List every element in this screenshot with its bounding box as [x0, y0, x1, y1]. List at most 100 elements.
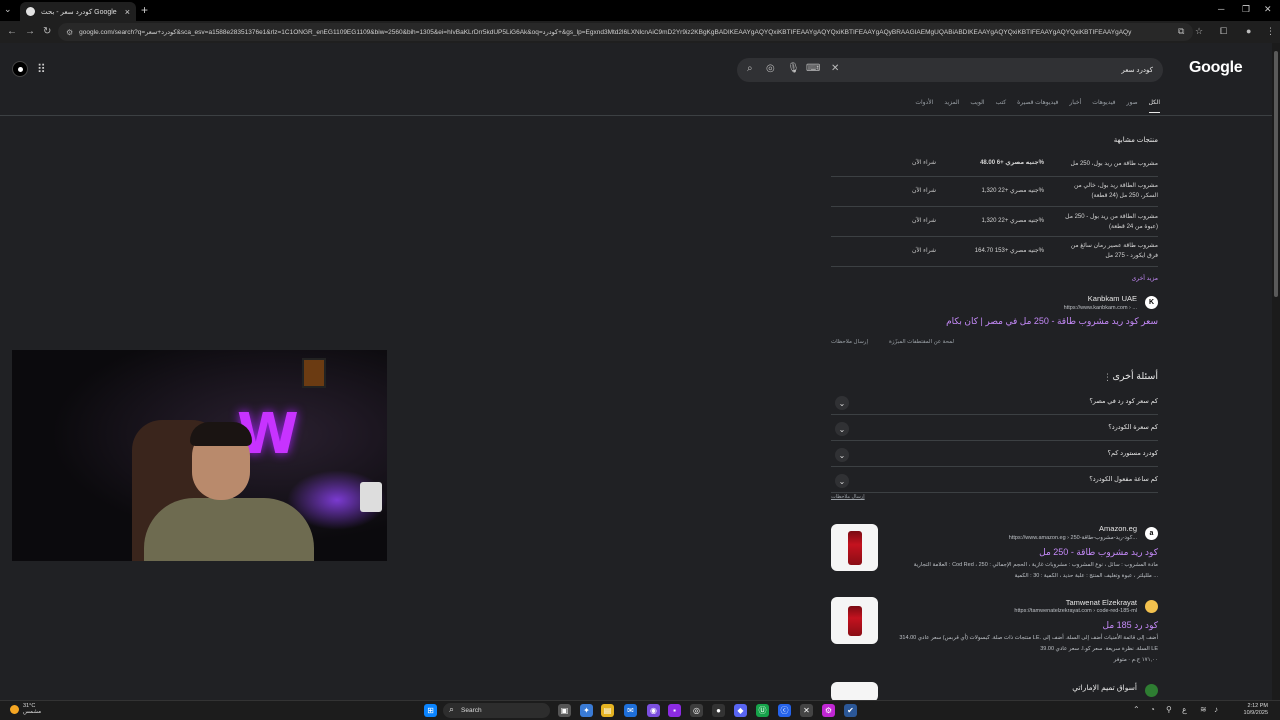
back-icon[interactable]: ← [7, 26, 17, 37]
paa-feedback-link[interactable]: إرسال ملاحظات [831, 494, 865, 500]
tamwenat-product-thumbnail[interactable] [831, 597, 878, 644]
result4-thumbnail[interactable] [831, 682, 878, 700]
tab-tools[interactable]: الأدوات [915, 99, 933, 113]
file-explorer-icon[interactable]: ▤ [601, 704, 614, 717]
extensions-icon[interactable]: ⧠ [1220, 26, 1227, 37]
minimize-icon[interactable]: ─ [1218, 4, 1224, 14]
app5-icon[interactable]: ✕ [800, 704, 813, 717]
result-title-link[interactable]: سعر كود ريد مشروب طاقة - 250 مل في مصر |… [946, 316, 1158, 327]
discord-icon[interactable]: ◉ [647, 704, 660, 717]
app3-icon[interactable]: Ⓤ [756, 704, 769, 717]
app2-icon[interactable]: ◆ [734, 704, 747, 717]
tab-list-icon[interactable]: ⌄ [4, 4, 12, 15]
product-price: 48.00 جنيه مصري +6% [980, 160, 1044, 166]
google-apps-icon[interactable]: ⠿ [37, 62, 46, 76]
taskbar-search[interactable]: Search [443, 703, 550, 718]
reload-icon[interactable]: ↻ [43, 26, 51, 37]
account-avatar[interactable] [12, 61, 28, 77]
chevron-down-icon[interactable]: ⌄ [835, 396, 849, 410]
start-windows-icon[interactable]: ⊞ [424, 704, 437, 717]
new-tab-icon[interactable]: + [141, 3, 148, 17]
paa-question[interactable]: كم سعرة الكودرد؟ ⌄ [831, 415, 1158, 441]
chrome-icon[interactable]: ◎ [690, 704, 703, 717]
paa-question[interactable]: كودرد مستورد كم؟ ⌄ [831, 441, 1158, 467]
amazon-product-thumbnail[interactable] [831, 524, 878, 571]
browser-tab-active[interactable]: كودرد سعر - بحث Google × [20, 2, 136, 21]
result-url[interactable]: https://www.kanbkam.com › ... [1064, 305, 1137, 311]
product-row[interactable]: مشروب طاقة عصير رمان سائغ من فرق ايكورد … [831, 237, 1158, 267]
close-window-icon[interactable]: ✕ [1264, 4, 1272, 15]
bookmark-star-icon[interactable]: ☆ [1195, 26, 1203, 37]
voice-search-icon[interactable]: 🎙 [787, 63, 800, 74]
product-row[interactable]: مشروب الطاقة ريد بول، خالي من السكر، 250… [831, 177, 1158, 207]
product-row[interactable]: مشروب الطاقة من ريد بول - 250 مل (عبوة م… [831, 207, 1158, 237]
weather-widget[interactable]: 31°C مشمس [10, 703, 41, 715]
send-feedback-link[interactable]: إرسال ملاحظات [831, 339, 868, 345]
buy-now-link[interactable]: شراء الآن [912, 247, 936, 254]
product-price: 164.70 جنيه مصري +153% [974, 248, 1044, 254]
tab-web[interactable]: الويب [970, 99, 984, 113]
result-title-link[interactable]: كود رد 185 مل [1103, 620, 1158, 631]
task-view-icon[interactable]: ▣ [558, 704, 571, 717]
tab-videos[interactable]: فيديوهات [1092, 99, 1115, 113]
steam-icon[interactable]: ✔ [844, 704, 857, 717]
search-box[interactable]: ⌕ ◎ 🎙 ⌨ ✕ كودرد سعر [737, 58, 1163, 82]
restore-icon[interactable]: ❐ [1242, 4, 1250, 15]
chevron-down-icon[interactable]: ⌄ [835, 448, 849, 462]
buy-now-link[interactable]: شراء الآن [912, 159, 936, 166]
address-bar[interactable]: ⚙ google.com/search?q=كودرد+سعر&sca_esv=… [58, 23, 1193, 41]
search-icon[interactable]: ⌕ [747, 63, 753, 74]
app6-icon[interactable]: ⚙ [822, 704, 835, 717]
result-site-name[interactable]: Kanbkam UAE [1088, 294, 1137, 303]
tab-books[interactable]: كتب [996, 99, 1007, 113]
browser-menu-icon[interactable]: ⋮ [1266, 26, 1275, 37]
chevron-down-icon[interactable]: ⌄ [835, 422, 849, 436]
more-products-link[interactable]: مزيد أخرى [1132, 275, 1158, 282]
wifi-icon[interactable]: ≋ [1200, 705, 1207, 714]
app4-icon[interactable]: ⓒ [778, 704, 791, 717]
tray-mic-icon[interactable]: ⚲ [1166, 705, 1172, 714]
buy-now-link[interactable]: شراء الآن [912, 187, 936, 194]
mail-icon[interactable]: ✉ [624, 704, 637, 717]
buy-now-link[interactable]: شراء الآن [912, 217, 936, 224]
paa-question-text: كم ساعة مفعول الكودرد؟ [1089, 476, 1158, 483]
paa-more-icon[interactable]: ⋮ [1103, 372, 1112, 383]
about-snippets-link[interactable]: لمحة عن المقتطفات المبرّزة [889, 339, 989, 345]
keyboard-icon[interactable]: ⌨ [806, 63, 820, 74]
obs-icon[interactable]: ● [712, 704, 725, 717]
product-name: مشروب الطاقة من ريد بول - 250 مل (عبوة م… [1065, 214, 1158, 230]
tab-news[interactable]: أخبار [1069, 99, 1081, 113]
forward-icon[interactable]: → [25, 26, 35, 37]
tab-all[interactable]: الكل [1148, 99, 1160, 113]
tab-images[interactable]: صور [1127, 99, 1138, 113]
result-title-link[interactable]: كود ريد مشروب طاقة - 250 مل [1039, 547, 1158, 558]
tab-short-videos[interactable]: فيديوهات قصيرة [1017, 99, 1058, 113]
tray-app-icon[interactable]: ◔ [1150, 705, 1155, 714]
lens-icon[interactable]: ◎ [766, 63, 775, 74]
translate-icon[interactable]: ⧉ [1178, 26, 1184, 37]
paa-question[interactable]: كم ساعة مفعول الكودرد؟ ⌄ [831, 467, 1158, 493]
product-row[interactable]: مشروب طاقة من ريد بول، 250 مل 48.00 جنيه… [831, 147, 1158, 177]
page-scrollbar[interactable] [1272, 43, 1280, 700]
copilot-icon[interactable]: ✦ [580, 704, 593, 717]
tab-more[interactable]: المزيد [944, 99, 959, 113]
volume-icon[interactable]: ♪ [1214, 705, 1218, 714]
result-site-name[interactable]: Tamwenat Elzekrayat [1066, 598, 1137, 607]
product-name: مشروب طاقة عصير رمان سائغ من فرق ايكورد … [1070, 243, 1158, 259]
chevron-down-icon[interactable]: ⌄ [835, 474, 849, 488]
result-site-name[interactable]: Amazon.eg [1099, 524, 1137, 533]
profile-avatar-icon[interactable]: ● [1246, 26, 1251, 36]
result-site-name[interactable]: أسواق تميم الإماراتي [1072, 683, 1137, 692]
input-language[interactable]: ع [1182, 705, 1187, 714]
google-logo[interactable]: Google [1189, 59, 1243, 77]
result-url[interactable]: https://tamwenatelzekrayat.com › code-re… [1014, 608, 1137, 614]
paa-question[interactable]: كم سعر كود رد في مصر؟ ⌄ [831, 389, 1158, 415]
result-url[interactable]: https://www.amazon.eg › كود-ريد-مشروب-طا… [1009, 535, 1137, 541]
app-icon[interactable]: ▪ [668, 704, 681, 717]
close-tab-icon[interactable]: × [125, 7, 130, 17]
scrollbar-thumb[interactable] [1274, 51, 1278, 297]
taskbar-clock[interactable]: 2:12 PM 10/9/2025 [1244, 703, 1268, 717]
site-info-icon[interactable]: ⚙ [66, 28, 73, 37]
tray-overflow-icon[interactable]: ⌃ [1133, 705, 1140, 714]
clear-search-icon[interactable]: ✕ [831, 63, 839, 74]
